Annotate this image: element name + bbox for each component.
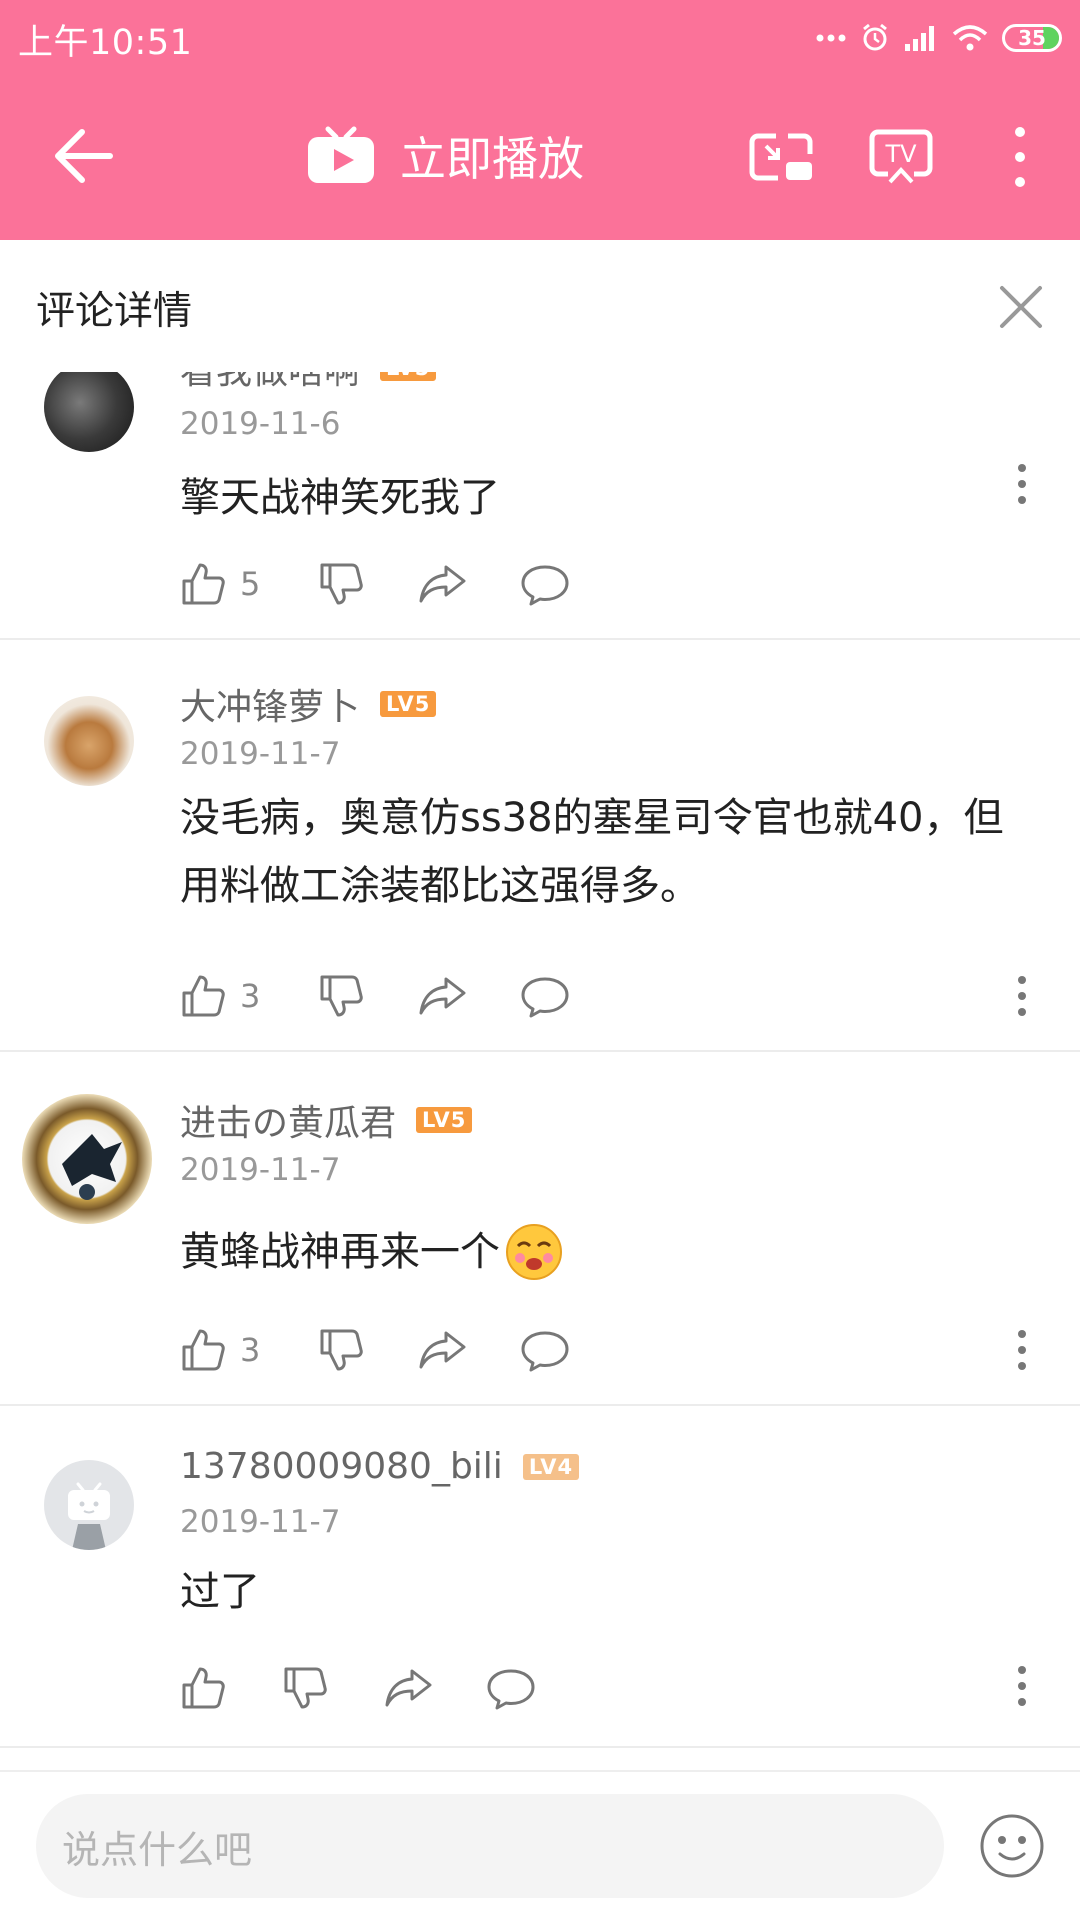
avatar[interactable] [44,372,134,452]
level-badge: LV4 [522,1453,580,1480]
share-arrow-icon [385,1669,432,1707]
top-bar: 上午10:51 35 立即播放 TV [0,0,1080,240]
level-badge: LV5 [380,372,437,381]
dislike-button[interactable] [282,1665,328,1711]
share-button[interactable] [384,1665,434,1711]
close-icon[interactable] [998,284,1044,330]
username[interactable]: 看我做啥啊 [180,372,360,394]
dislike-button[interactable] [318,973,364,1019]
comment-text: 过了 [180,1569,260,1615]
username[interactable]: 大冲锋萝卜 [180,678,360,730]
like-button[interactable]: 3 [180,973,260,1019]
username[interactable]: 进击の黄瓜君 [180,1094,396,1146]
thumbs-up-icon [182,1329,225,1371]
comment-more-icon[interactable] [1012,1664,1032,1708]
battery-icon: 35 [1002,24,1062,52]
more-dots-icon [816,34,846,42]
comment-item: 大冲锋萝卜 LV5 2019-11-7 没毛病，奥意仿ss38的塞星司令官也就4… [0,640,1080,1052]
comment-actions: 3 [180,970,569,1022]
back-arrow-icon[interactable] [52,126,116,186]
comment-input-bar: 说点什么吧 [0,1770,1080,1922]
play-now-button[interactable]: 立即播放 [306,118,584,194]
avatar[interactable] [44,696,134,786]
tv-play-icon [308,126,374,183]
comment-text-row: 黄蜂战神再来一个 [180,1218,1040,1286]
comment-more-icon[interactable] [1012,462,1032,506]
status-icons: 35 [816,14,1062,62]
dislike-button[interactable] [318,561,364,607]
share-arrow-icon [419,565,466,603]
avatar[interactable] [44,1460,134,1550]
comment-date: 2019-11-7 [180,736,341,772]
thumbs-down-icon [320,563,363,605]
comments-container: 看我做啥啊 LV5 2019-11-6 擎天战神笑死我了 5 大冲锋萝卜 [0,372,1080,1770]
pip-icon[interactable] [748,126,814,186]
battery-level: 35 [1018,26,1046,50]
comment-actions [180,1662,535,1714]
thumbs-up-icon [182,1667,225,1709]
comment-actions: 5 [180,558,569,610]
reply-button[interactable] [520,561,570,607]
more-vertical-icon[interactable] [1000,122,1040,192]
thumbs-up-icon [182,563,225,605]
comment-input[interactable]: 说点什么吧 [36,1794,944,1898]
status-bar: 上午10:51 35 [0,0,1080,76]
thumbs-down-icon [320,975,363,1017]
username[interactable]: 13780009080_bili [180,1446,503,1487]
comment-detail-header: 评论详情 [0,240,1080,372]
comment-text: 黄蜂战神再来一个 [180,1229,500,1275]
cast-tv-icon[interactable]: TV [868,126,934,186]
signal-icon [905,26,934,51]
comment-item: 看我做啥啊 LV5 2019-11-6 擎天战神笑死我了 5 [0,372,1080,640]
nav-title: 立即播放 [400,132,584,186]
avatar[interactable] [22,1094,152,1224]
comment-bubble-icon [521,1331,569,1372]
wifi-icon [952,25,988,51]
comment-text: 擎天战神笑死我了 [180,475,500,521]
thumbs-down-icon [284,1667,327,1709]
comment-item: 13780009080_bili LV4 2019-11-7 过了 [0,1406,1080,1748]
comment-item: 进击の黄瓜君 LV5 2019-11-7 黄蜂战神再来一个 3 [0,1052,1080,1406]
status-time: 上午10:51 [18,23,193,63]
comment-date: 2019-11-7 [180,1152,341,1188]
share-button[interactable] [418,561,468,607]
share-arrow-icon [419,1331,466,1369]
comment-actions: 3 [180,1324,569,1376]
nav-bar: 立即播放 TV [0,100,1080,212]
tv-label: TV [884,140,917,168]
comment-bubble-icon [521,977,569,1018]
comment-text: 没毛病，奥意仿ss38的塞星司令官也就40，但用料做工涂装都比这强得多。 [180,795,1004,909]
level-badge: LV5 [380,691,437,717]
alarm-icon [863,23,887,51]
like-button[interactable] [180,1665,226,1711]
comment-date: 2019-11-7 [180,1504,341,1540]
emoji-icon[interactable] [978,1812,1046,1880]
comment-bubble-icon [521,565,569,606]
thumbs-down-icon [320,1329,363,1371]
share-button[interactable] [418,973,468,1019]
header-title: 评论详情 [36,289,193,334]
reply-button[interactable] [520,973,570,1019]
level-badge: LV5 [416,1107,473,1133]
like-count: 5 [240,565,261,603]
comment-more-icon[interactable] [1012,1328,1032,1372]
reply-button[interactable] [486,1665,536,1711]
avatar-art [62,1134,122,1200]
like-count: 3 [240,1331,261,1369]
input-placeholder: 说点什么吧 [62,1827,253,1872]
comment-more-icon[interactable] [1012,974,1032,1018]
emoji-sticker-icon [506,1224,562,1280]
share-arrow-icon [419,977,466,1015]
like-button[interactable]: 3 [180,1327,260,1373]
thumbs-up-icon [182,975,225,1017]
like-count: 3 [240,977,261,1015]
dislike-button[interactable] [318,1327,364,1373]
like-button[interactable]: 5 [180,561,260,607]
share-button[interactable] [418,1327,468,1373]
comment-bubble-icon [487,1669,535,1710]
reply-button[interactable] [520,1327,570,1373]
comment-date: 2019-11-6 [180,406,341,442]
default-tv-avatar-icon [68,1482,110,1550]
